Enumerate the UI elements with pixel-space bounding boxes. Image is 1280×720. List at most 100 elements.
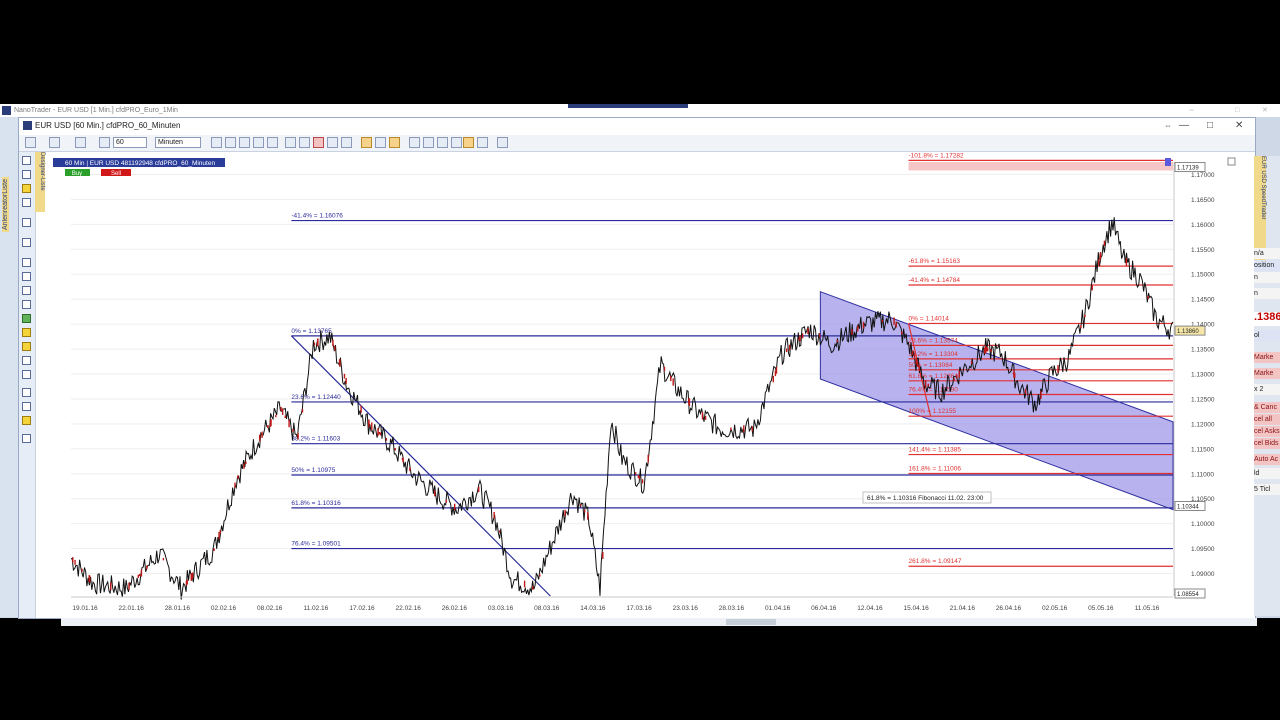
fork-tool-icon[interactable] <box>22 388 31 397</box>
candle-mark <box>493 512 495 519</box>
pan-icon[interactable] <box>477 137 488 148</box>
magnet-icon[interactable] <box>451 137 462 148</box>
cut-tool-icon[interactable] <box>22 198 31 207</box>
y-tick-label: 1.14500 <box>1191 297 1215 304</box>
candle-mark <box>1099 253 1101 260</box>
red-fib-label: -101.8% = 1.17282 <box>909 152 964 159</box>
candle-mark <box>580 504 582 507</box>
speedtrader-item[interactable]: osition <box>1254 260 1280 271</box>
channel-tool-icon[interactable] <box>22 286 31 295</box>
y-tick-label: 1.13500 <box>1191 347 1215 354</box>
candle-mark <box>818 333 821 338</box>
price-chart[interactable]: -41.4% = 1.16076 0% = 1.13765 23.6% = 1.12… <box>47 152 1255 618</box>
zoom-fit-icon[interactable] <box>75 137 86 148</box>
candle-mark <box>602 552 604 559</box>
y-tick-label: 1.12500 <box>1191 396 1215 403</box>
candle-mark <box>338 359 341 365</box>
ellipse-tool-icon[interactable] <box>22 342 31 351</box>
chart-marker-icon[interactable] <box>1165 158 1171 166</box>
candle-mark <box>288 419 290 428</box>
grid-icon[interactable] <box>341 137 352 148</box>
detach-icon[interactable]: ⇔ <box>1164 118 1172 134</box>
speedtrader-item[interactable]: cel all <box>1254 414 1280 425</box>
speedtrader-item[interactable]: ld <box>1254 468 1280 479</box>
candle-mark <box>851 329 853 335</box>
zoom-in-icon[interactable] <box>225 137 236 148</box>
undo-icon[interactable] <box>253 137 264 148</box>
measure-tool-icon[interactable] <box>22 218 31 227</box>
speedtrader-item[interactable]: x 2 <box>1254 384 1280 395</box>
candle-mark <box>394 448 396 451</box>
candle-mark <box>1091 285 1093 291</box>
x-tick-label: 06.04.16 <box>811 605 837 612</box>
maximize-icon[interactable]: □ <box>1235 104 1239 117</box>
candle-mark <box>881 319 884 323</box>
draw-fib-icon[interactable] <box>361 137 372 148</box>
restore-icon[interactable]: ⇔ <box>1188 104 1195 117</box>
indicator-icon[interactable] <box>409 137 420 148</box>
candle-mark <box>243 463 245 469</box>
candle-mark <box>895 321 897 328</box>
save-icon[interactable] <box>25 137 36 148</box>
speedtrader-item[interactable]: cel Asks <box>1254 426 1280 437</box>
alert-icon[interactable] <box>437 137 448 148</box>
minimize-icon[interactable]: — <box>1179 118 1189 134</box>
layout-icon[interactable] <box>299 137 310 148</box>
close-icon[interactable]: ✕ <box>1262 104 1268 117</box>
arrow-tool-icon[interactable] <box>22 314 31 323</box>
close-chart-icon[interactable]: ✕ <box>1235 118 1243 134</box>
speedtrader-item[interactable]: cel Bids <box>1254 438 1280 449</box>
candle-mark <box>785 348 788 353</box>
compare-icon[interactable] <box>423 137 434 148</box>
line-tool-icon[interactable] <box>22 258 31 267</box>
zoom-out-icon[interactable] <box>239 137 250 148</box>
highlight-tool-icon[interactable] <box>22 416 31 425</box>
pencil-tool-icon[interactable] <box>22 356 31 365</box>
price-box-label: 1.13860 <box>1177 329 1199 335</box>
open-icon[interactable] <box>49 137 60 148</box>
hand-icon[interactable] <box>463 137 474 148</box>
active-task-tab[interactable] <box>568 104 688 108</box>
select-tool-icon[interactable] <box>22 170 31 179</box>
rectangle-tool-icon[interactable] <box>22 328 31 337</box>
filter-icon[interactable] <box>327 137 338 148</box>
unit-select[interactable]: Minuten <box>155 137 201 148</box>
designer-list-tab[interactable]: Designer-Liste <box>35 152 45 212</box>
speedtrader-item[interactable]: Auto Ac <box>1254 454 1280 465</box>
remove-drawings-icon[interactable] <box>22 434 31 443</box>
draw-line-icon[interactable] <box>375 137 386 148</box>
fib-tool-icon[interactable] <box>22 184 31 193</box>
clock-icon[interactable] <box>99 137 110 148</box>
side-tab-label[interactable]: AnlenreatorListe <box>2 177 9 232</box>
speedtrader-item[interactable]: n/a <box>1254 248 1280 259</box>
print-icon[interactable] <box>285 137 296 148</box>
candle-mark <box>672 378 674 386</box>
label-tool-icon[interactable] <box>22 402 31 411</box>
pointer-tool-icon[interactable] <box>22 156 31 165</box>
speedtrader-item[interactable]: & Canc <box>1254 402 1280 413</box>
red-fib-label: 161.8% = 1.11006 <box>909 465 962 472</box>
speedtrader-item[interactable]: Marke <box>1254 352 1280 363</box>
scroll-thumb[interactable] <box>726 619 776 625</box>
speedtrader-item[interactable]: Marke <box>1254 368 1280 379</box>
x-tick-label: 28.03.16 <box>719 605 745 612</box>
speedtrader-item[interactable]: ol <box>1254 330 1280 341</box>
text-tool-icon[interactable] <box>22 238 31 247</box>
speedtrader-item[interactable]: n <box>1254 288 1280 299</box>
eraser-tool-icon[interactable] <box>22 370 31 379</box>
interval-input[interactable]: 60 <box>113 137 147 148</box>
delete-icon[interactable] <box>313 137 324 148</box>
main-window-title: NanoTrader - EUR USD [1 Min.] cfdPRO_Eur… <box>14 107 178 114</box>
speedtrader-item[interactable]: .1386 <box>1254 312 1280 326</box>
settings-icon[interactable] <box>497 137 508 148</box>
pitchfork-tool-icon[interactable] <box>22 300 31 309</box>
crosshair-icon[interactable] <box>267 137 278 148</box>
ray-tool-icon[interactable] <box>22 272 31 281</box>
maximize-icon[interactable]: □ <box>1207 118 1213 134</box>
horizontal-scrollbar[interactable] <box>61 618 1257 626</box>
draw-channel-icon[interactable] <box>389 137 400 148</box>
refresh-icon[interactable] <box>211 137 222 148</box>
speedtrader-item[interactable]: 5 Ticl <box>1254 484 1280 495</box>
candle-mark <box>670 375 672 382</box>
speedtrader-item[interactable]: n <box>1254 272 1280 283</box>
